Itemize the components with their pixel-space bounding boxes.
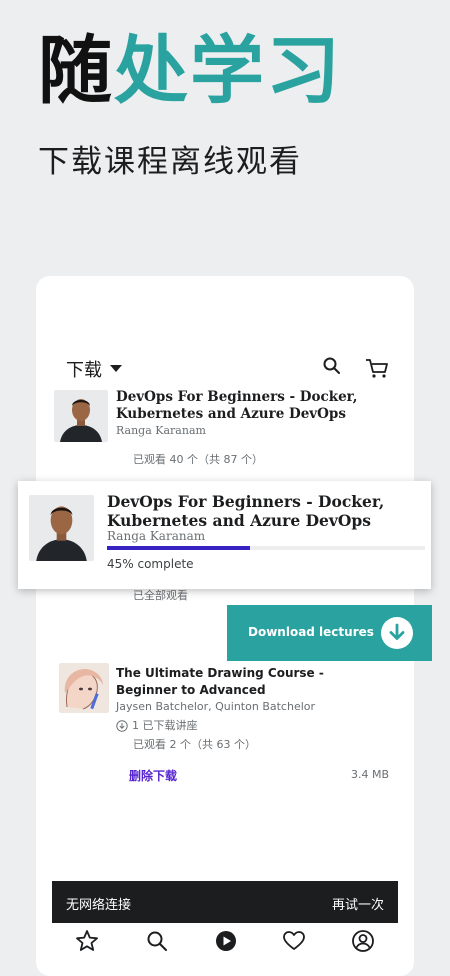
progress-text: 45% complete xyxy=(107,557,194,571)
search-icon[interactable] xyxy=(145,929,169,953)
course-instructor: Jaysen Batchelor, Quinton Batchelor xyxy=(116,700,316,713)
download-size: 3.4 MB xyxy=(351,768,390,781)
cart-icon[interactable] xyxy=(364,356,390,382)
watched-count: 已观看 2 个（共 63 个） xyxy=(133,738,256,751)
account-icon[interactable] xyxy=(351,929,375,953)
retry-button[interactable]: 再试一次 xyxy=(332,894,384,913)
search-icon[interactable] xyxy=(322,356,348,382)
delete-download-link[interactable]: 删除下载 xyxy=(129,767,177,784)
chevron-down-icon[interactable] xyxy=(110,365,122,372)
play-icon[interactable] xyxy=(214,929,238,953)
hero-title-part2: 处学习 xyxy=(114,28,342,114)
watched-count: 已观看 40 个（共 87 个） xyxy=(133,453,263,466)
hero-title: 随处学习 xyxy=(38,34,342,108)
course-title[interactable]: The Ultimate Drawing Course - Beginner t… xyxy=(116,665,381,699)
watched-status: 已全部观看 xyxy=(133,589,188,602)
download-lectures-button[interactable]: Download lectures xyxy=(227,605,432,661)
downloaded-count: 1 已下载讲座 xyxy=(132,719,198,732)
course-progress-card[interactable]: DevOps For Beginners - Docker, Kubernete… xyxy=(18,481,431,589)
course-title: DevOps For Beginners - Docker, Kubernete… xyxy=(107,492,385,530)
course-thumbnail xyxy=(29,495,94,561)
course-instructor: Ranga Karanam xyxy=(107,529,206,543)
snackbar-message: 无网络连接 xyxy=(66,898,132,913)
heart-icon[interactable] xyxy=(282,929,306,953)
hero-title-part1: 随 xyxy=(38,28,114,114)
progress-bar xyxy=(107,546,425,550)
download-lectures-label: Download lectures xyxy=(248,625,374,639)
course-thumbnail[interactable] xyxy=(54,390,108,442)
course-instructor: Ranga Karanam xyxy=(116,424,206,437)
offline-snackbar: 无网络连接 再试一次 xyxy=(52,881,398,923)
downloads-title[interactable]: 下载 xyxy=(66,356,102,382)
download-circle-icon xyxy=(116,717,128,732)
course-title[interactable]: DevOps For Beginners - Docker, Kubernete… xyxy=(116,389,366,423)
progress-fill xyxy=(107,546,251,550)
download-arrow-icon xyxy=(381,617,413,649)
star-icon[interactable] xyxy=(75,929,99,953)
downloads-header: 下载 xyxy=(66,356,390,384)
hero-subtitle: 下载课程离线观看 xyxy=(38,144,302,180)
course-thumbnail[interactable] xyxy=(59,663,109,713)
